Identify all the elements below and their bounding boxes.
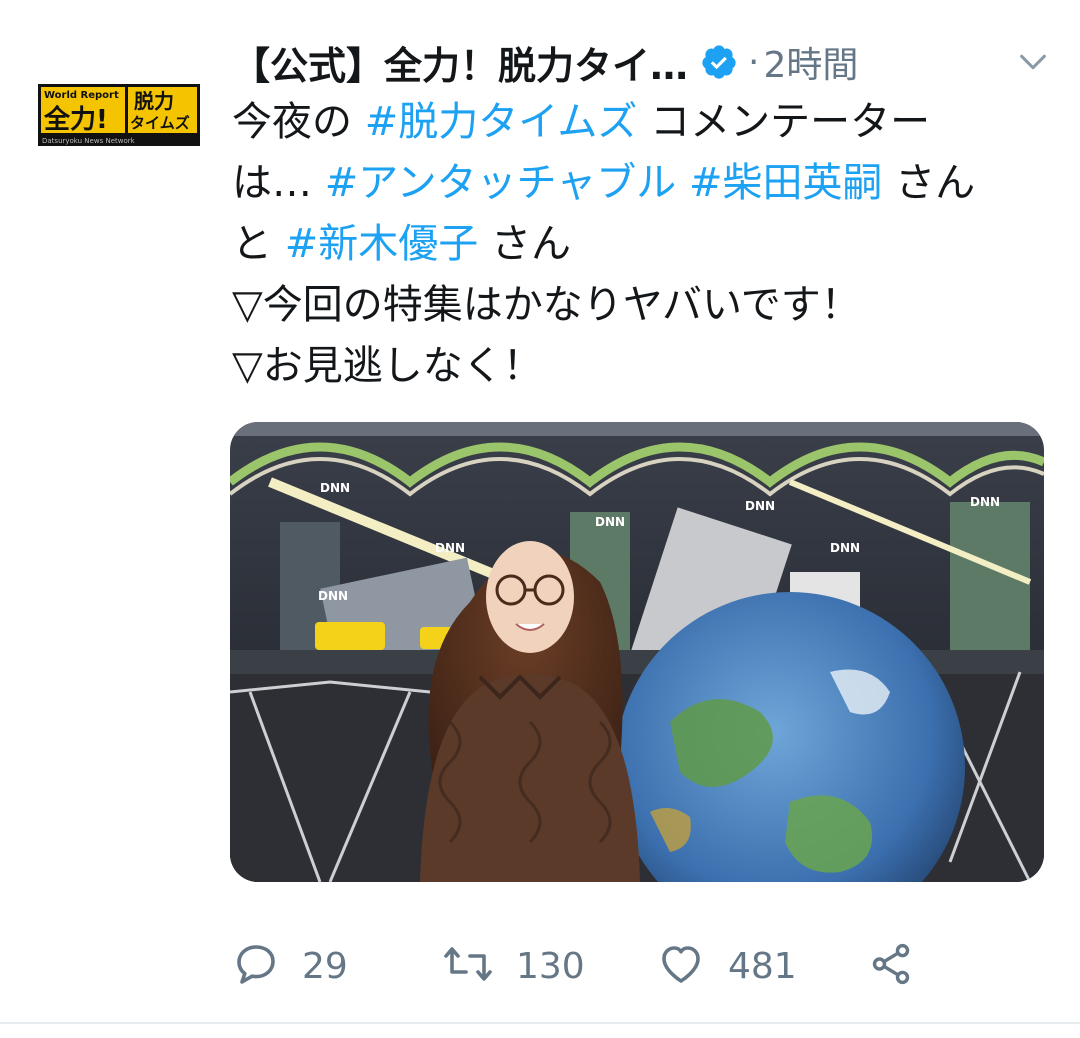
header-separator: · — [748, 41, 760, 83]
tweet-text: 今夜の #脱力タイムズ コメンテーター は… #アンタッチャブル #柴田英嗣 さん… — [232, 92, 1042, 397]
logo-left-text: 全力! — [43, 104, 108, 135]
retweet-button[interactable]: 130 — [442, 936, 585, 996]
set-sign: DNN — [318, 589, 348, 603]
avatar[interactable]: World Report 全力! 脱力 タイムズ Datsuryoku News… — [38, 84, 200, 146]
chevron-down-icon[interactable] — [1016, 45, 1050, 79]
tweet-text-line: ▽今回の特集はかなりヤバいです！ — [232, 275, 1042, 336]
hashtag-link[interactable]: #柴田英嗣 — [689, 160, 883, 206]
set-sign: DNN — [435, 541, 465, 555]
heart-icon — [656, 940, 706, 992]
timestamp[interactable]: 2時間 — [763, 36, 858, 88]
set-sign: DNN — [970, 495, 1000, 509]
reply-button[interactable]: 29 — [232, 936, 348, 996]
logo-top-text: World Report — [44, 90, 119, 101]
retweet-icon — [442, 940, 494, 992]
tweet-text-segment: さん — [882, 160, 976, 206]
verified-badge-icon — [700, 43, 738, 81]
show-logo: World Report 全力! 脱力 タイムズ Datsuryoku News… — [38, 84, 200, 146]
set-sign: DNN — [745, 499, 775, 513]
hashtag-link[interactable]: #アンタッチャブル — [325, 160, 677, 206]
tweet: World Report 全力! 脱力 タイムズ Datsuryoku News… — [0, 0, 1080, 1038]
tweet-text-segment: は… — [232, 160, 325, 206]
tweet-text-line: は… #アンタッチャブル #柴田英嗣 さん — [232, 153, 1042, 214]
logo-bottom-text: Datsuryoku News Network — [42, 137, 136, 145]
tweet-text-segment: コメンテーター — [637, 99, 931, 145]
set-sign: DNN — [595, 515, 625, 529]
tweet-text-segment: ▽お見逃しなく！ — [232, 343, 543, 389]
tweet-text-segment: ▽今回の特集はかなりヤバいです！ — [232, 282, 861, 328]
reply-icon — [232, 940, 280, 992]
tweet-text-line: ▽お見逃しなく！ — [232, 336, 1042, 397]
hashtag-link[interactable]: #脱力タイムズ — [365, 99, 638, 145]
tweet-text-segment: 今夜の — [232, 99, 365, 145]
tweet-photo[interactable]: DNN DNN DNN DNN DNN DNN DNN — [230, 422, 1044, 882]
share-button[interactable] — [868, 936, 914, 996]
like-button[interactable]: 481 — [656, 936, 797, 996]
tweet-text-segment: と — [232, 221, 285, 267]
tweet-header: 【公式】全力！脱力タイ… · 2時間 — [232, 30, 1050, 94]
tweet-text-line: 今夜の #脱力タイムズ コメンテーター — [232, 92, 1042, 153]
action-bar: 29 130 481 — [232, 936, 932, 996]
tweet-text-segment — [676, 160, 689, 206]
set-sign: DNN — [320, 481, 350, 495]
set-sign: DNN — [830, 541, 860, 555]
hashtag-link[interactable]: #新木優子 — [285, 221, 479, 267]
tweet-text-segment: さん — [478, 221, 571, 267]
divider — [0, 1022, 1080, 1024]
tweet-text-line: と #新木優子 さん — [232, 214, 1042, 275]
retweet-count: 130 — [516, 945, 585, 987]
logo-right-top-text: 脱力 — [134, 89, 174, 113]
author-name[interactable]: 【公式】全力！脱力タイ… — [232, 35, 688, 90]
share-icon — [868, 941, 914, 991]
logo-right-bottom-text: タイムズ — [130, 114, 190, 132]
studio-photo: DNN DNN DNN DNN DNN DNN DNN — [230, 422, 1044, 882]
like-count: 481 — [728, 945, 797, 987]
reply-count: 29 — [302, 945, 348, 987]
